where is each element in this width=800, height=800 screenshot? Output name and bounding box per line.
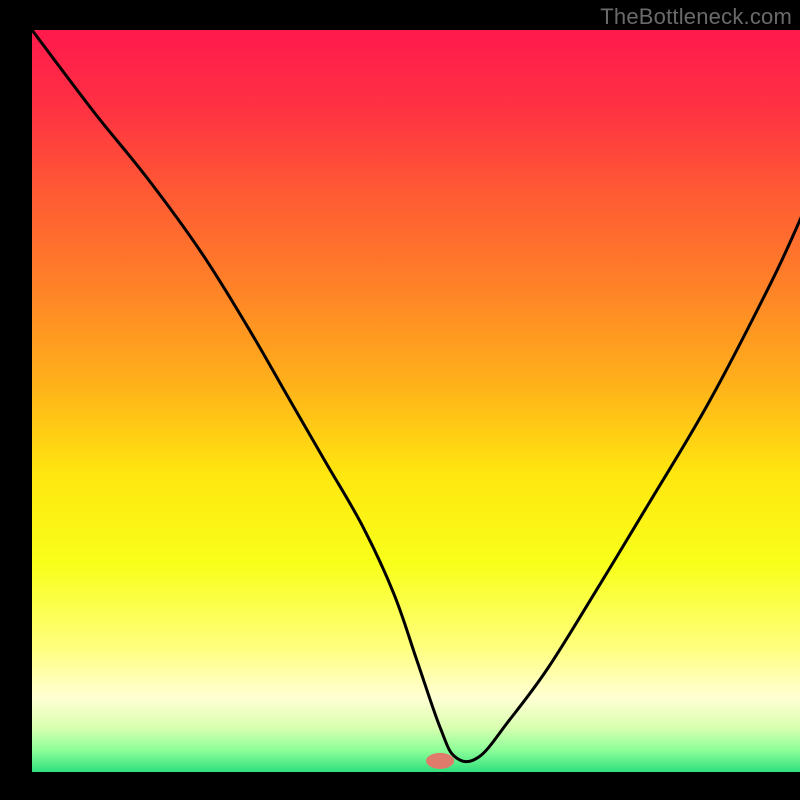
gradient-chart [0,0,800,800]
watermark-text: TheBottleneck.com [600,4,792,30]
optimum-marker [426,753,454,769]
chart-container: TheBottleneck.com [0,0,800,800]
